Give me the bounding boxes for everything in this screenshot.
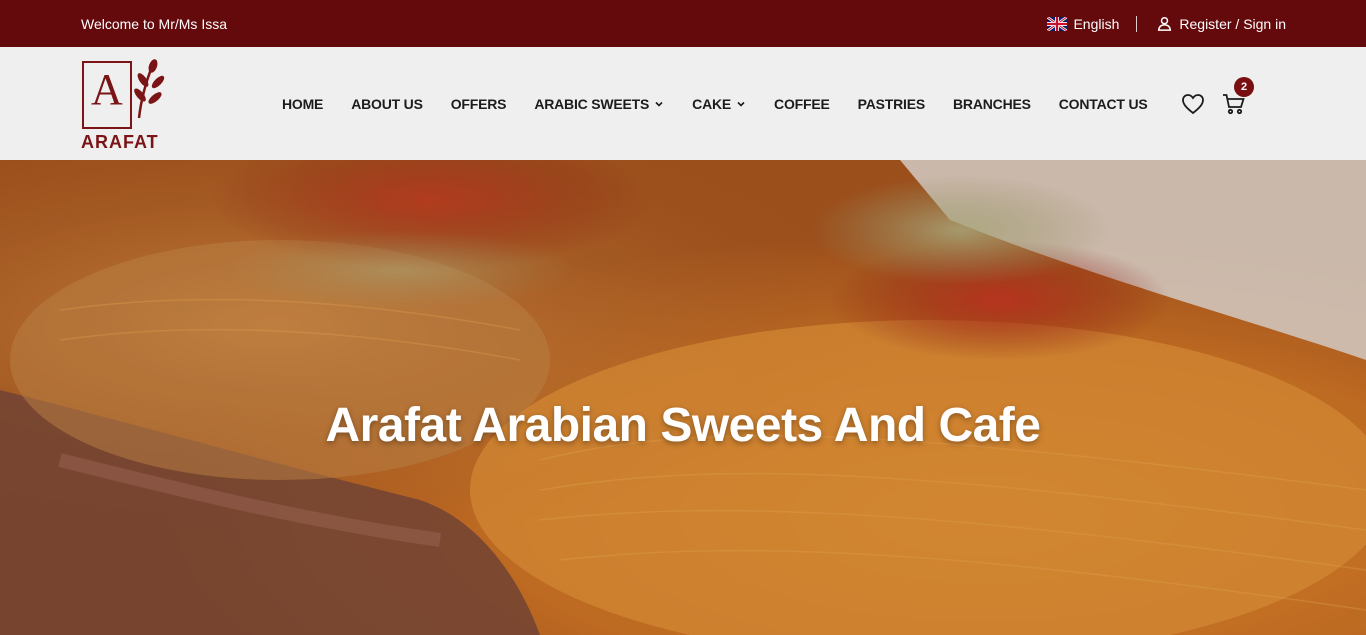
brand-logo[interactable]: A ARAFAT: [81, 58, 173, 154]
nav-label: BRANCHES: [953, 95, 1031, 112]
nav-item-about-us[interactable]: ABOUT US: [351, 96, 423, 112]
chevron-down-icon: [655, 101, 663, 107]
divider: [1136, 15, 1138, 32]
main-nav: HOME ABOUT US OFFERS ARABIC SWEETS CAKE …: [282, 47, 1176, 160]
language-selector[interactable]: English: [1046, 15, 1120, 32]
wheat-icon: [134, 59, 165, 119]
main-header: A ARAFAT HOME ABOUT US OFFERS ARABIC SWE…: [0, 47, 1366, 160]
uk-flag-icon: [1046, 15, 1069, 32]
nav-item-branches[interactable]: BRANCHES: [953, 96, 1031, 112]
nav-item-pastries[interactable]: PASTRIES: [857, 95, 926, 112]
chevron-down-icon: [737, 101, 745, 107]
nav-label: HOME: [282, 95, 324, 112]
hero-banner: Arafat Arabian Sweets And Cafe: [0, 160, 1366, 635]
account-label: Register / Sign in: [1179, 15, 1286, 32]
language-label: English: [1073, 15, 1120, 32]
brand-name: ARAFAT: [81, 132, 159, 152]
nav-label: ABOUT US: [351, 95, 423, 112]
cart-button[interactable]: 2: [1221, 76, 1254, 117]
nav-label: CONTACT US: [1058, 95, 1148, 112]
top-bar-actions: English Register / Sign in: [1046, 15, 1286, 32]
top-bar: Welcome to Mr/Ms Issa English Register /…: [0, 0, 1366, 47]
nav-item-cake[interactable]: CAKE: [692, 96, 746, 112]
heart-icon: [1182, 93, 1204, 114]
wishlist-button[interactable]: [1180, 91, 1206, 117]
nav-item-offers[interactable]: OFFERS: [451, 96, 507, 112]
nav-item-arabic-sweets[interactable]: ARABIC SWEETS: [534, 96, 664, 112]
nav-label: COFFEE: [774, 95, 830, 112]
logo-letter: A: [91, 65, 123, 114]
nav-item-home[interactable]: HOME: [282, 96, 323, 112]
header-icons: 2: [1180, 47, 1254, 160]
cart-count-badge: 2: [1234, 76, 1254, 97]
welcome-text: Welcome to Mr/Ms Issa: [81, 15, 227, 32]
user-icon: [1157, 16, 1172, 31]
nav-label: ARABIC SWEETS: [534, 95, 650, 112]
nav-item-contact-us[interactable]: CONTACT US: [1059, 96, 1148, 112]
nav-label: CAKE: [692, 95, 732, 112]
hero-title: Arafat Arabian Sweets And Cafe: [325, 399, 1041, 452]
nav-item-coffee[interactable]: COFFEE: [774, 96, 830, 112]
register-signin-link[interactable]: Register / Sign in: [1157, 16, 1286, 32]
nav-label: PASTRIES: [857, 95, 926, 112]
nav-label: OFFERS: [450, 95, 507, 112]
